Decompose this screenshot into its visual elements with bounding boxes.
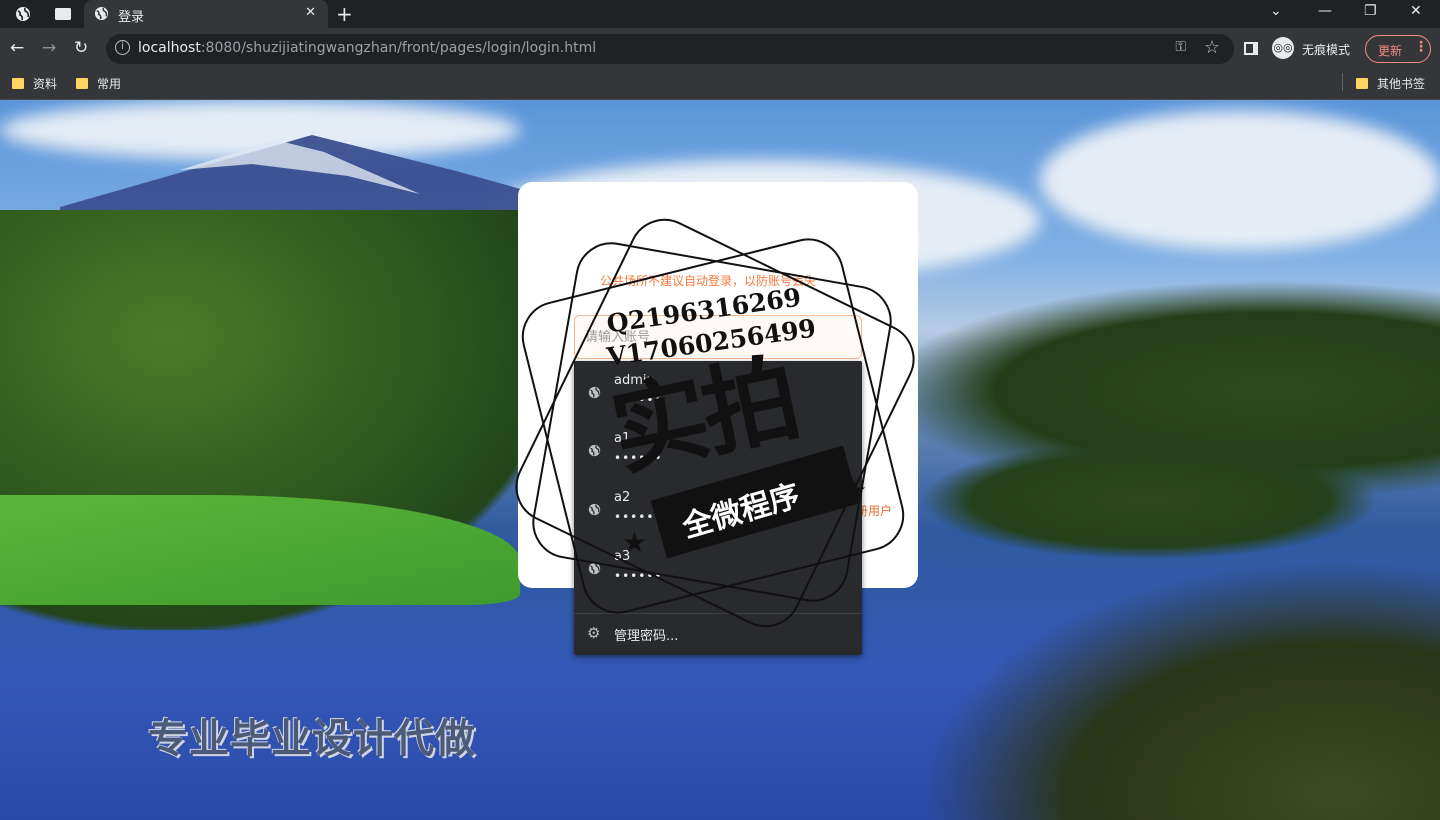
- trees-bottom-right: [920, 560, 1440, 820]
- forward-arrow-icon[interactable]: →: [42, 38, 56, 58]
- url-text[interactable]: localhost:8080/shuzijiatingwangzhan/fron…: [138, 40, 596, 56]
- manage-passwords-item[interactable]: ⚙ 管理密码...: [574, 614, 862, 652]
- site-info-icon[interactable]: i: [115, 40, 130, 55]
- tab-strip: 登录 ✕ + ⌄ — ❐ ✕: [0, 0, 1440, 28]
- cloud: [1040, 110, 1440, 250]
- other-bookmarks[interactable]: 其他书签: [1356, 75, 1425, 92]
- minimize-button[interactable]: —: [1318, 3, 1332, 19]
- star-icon: ★: [842, 474, 868, 507]
- reload-icon[interactable]: ↻: [74, 38, 88, 58]
- password-key-icon[interactable]: ⚿: [1175, 39, 1186, 55]
- bookmarks-divider: [1342, 73, 1343, 91]
- tab-title: 登录: [118, 10, 145, 25]
- incognito-label: 无痕模式: [1302, 43, 1351, 57]
- back-arrow-icon[interactable]: ←: [10, 38, 24, 58]
- bookmark-star-icon[interactable]: ☆: [1204, 37, 1220, 58]
- side-panel-icon[interactable]: [1244, 42, 1258, 55]
- folder-icon: [12, 78, 24, 89]
- bookmarks-bar: 资料 常用 其他书签: [0, 70, 1440, 100]
- tab-login[interactable]: 登录 ✕: [84, 0, 328, 28]
- folder-icon: [76, 78, 88, 89]
- gear-icon: ⚙: [587, 624, 601, 642]
- restore-button[interactable]: ❐: [1364, 3, 1377, 19]
- address-bar[interactable]: i localhost:8080/shuzijiatingwangzhan/fr…: [106, 34, 1234, 64]
- bookmark-folder-1[interactable]: 资料: [12, 75, 57, 92]
- bookmark-folder-2[interactable]: 常用: [76, 75, 121, 92]
- tab-search-globe-icon[interactable]: [12, 4, 34, 24]
- browser-toolbar: ← → ↻ i localhost:8080/shuzijiatingwangz…: [0, 28, 1440, 70]
- star-icon: ★: [622, 526, 648, 559]
- new-tab-button[interactable]: +: [336, 2, 353, 26]
- tab-search-dropdown-icon[interactable]: ⌄: [1270, 3, 1282, 19]
- close-window-button[interactable]: ✕: [1410, 3, 1422, 19]
- menu-dots-icon: ⋮: [1414, 39, 1428, 55]
- folder-icon: [1356, 78, 1368, 89]
- tree-island: [920, 440, 1380, 560]
- tab-close-icon[interactable]: ✕: [305, 5, 316, 20]
- watermark-bottom-text: 专业毕业设计代做: [148, 716, 476, 762]
- globe-icon: [94, 6, 109, 25]
- update-button[interactable]: 更新 ⋮: [1365, 35, 1431, 63]
- window-tab-icon[interactable]: [52, 4, 74, 24]
- incognito-icon[interactable]: ◎◎: [1272, 37, 1294, 59]
